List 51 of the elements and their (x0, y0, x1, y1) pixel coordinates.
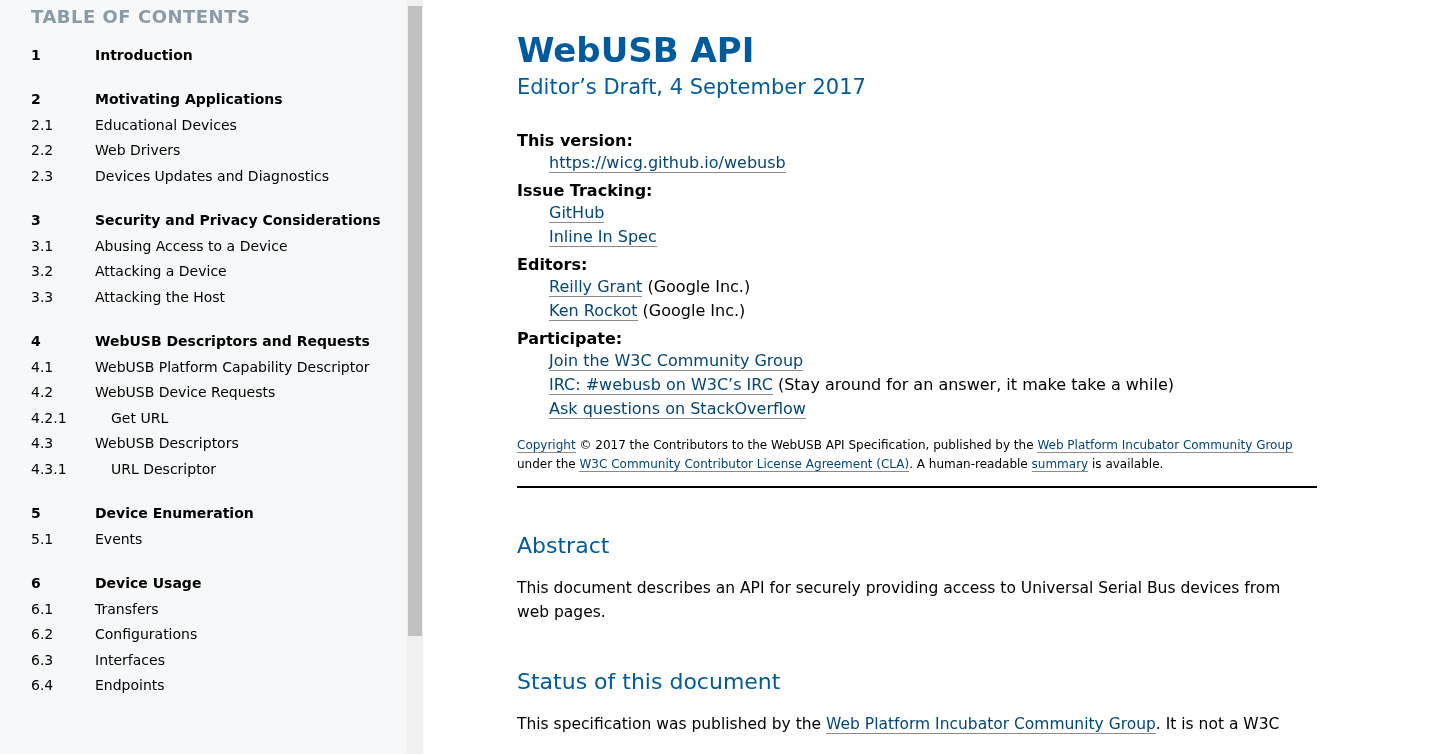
toc-entry[interactable]: 5 Device Enumeration (31, 500, 407, 526)
text-link[interactable]: W3C Community Contributor License Agreement (CLA) (579, 457, 910, 472)
text-link[interactable]: Inline In Spec (549, 227, 657, 247)
toc-entry[interactable]: 3.1 Abusing Access to a Device (31, 233, 407, 259)
metadata-term: Issue Tracking: (517, 180, 654, 202)
toc-entry[interactable]: 4.2.1 Get URL (31, 405, 407, 431)
toc-entry[interactable]: 2.2 Web Drivers (31, 137, 407, 163)
toc-entry[interactable]: 4.1 WebUSB Platform Capability Descriptor (31, 354, 407, 380)
toc-entry[interactable]: 1 Introduction (31, 42, 407, 68)
text-link[interactable]: summary (1031, 457, 1089, 472)
text-link[interactable]: Ask questions on StackOverflow (549, 399, 806, 419)
document-subtitle: Editor’s Draft, 4 September 2017 (517, 74, 867, 101)
toc-entry[interactable]: 4.3.1 URL Descriptor (31, 456, 407, 482)
toc-entry[interactable]: 2.1 Educational Devices (31, 112, 407, 138)
metadata-term: This version: (517, 130, 634, 152)
toc-entry[interactable]: 6.1 Transfers (31, 596, 407, 622)
text-link[interactable]: Reilly Grant (549, 277, 643, 297)
scrollbar-thumb[interactable] (408, 6, 422, 636)
toc-entry[interactable]: 6.2 Configurations (31, 621, 407, 647)
note-text: (Google Inc.) (641, 301, 746, 320)
metadata-term: Editors: (517, 254, 589, 276)
toc-entry[interactable]: 4 WebUSB Descriptors and Requests (31, 328, 407, 354)
text-link[interactable]: Join the W3C Community Group (549, 351, 804, 371)
section-paragraph: This specification was published by the Web Platform Incubator Community Group. It is not a W3C (517, 714, 1281, 736)
text-link[interactable]: Web Platform Incubator Community Group (1037, 438, 1293, 453)
section-heading: Status of this document (517, 668, 782, 696)
toc-entry[interactable]: 2 Motivating Applications (31, 86, 407, 112)
toc-entry[interactable]: 5.1 Events (31, 526, 407, 552)
section-heading: Abstract (517, 532, 611, 560)
text-link[interactable]: Ken Rockot (549, 301, 638, 321)
copyright-notice: Copyright © 2017 the Contributors to the WebUSB API Specification, published by the Web Platform Incubator Community Group under the W3C Community Contributor License Agreement (CLA). A human-readable summary is available. (517, 436, 1317, 488)
text-link[interactable]: Web Platform Incubator Community Group (826, 715, 1156, 734)
toc-entry[interactable]: 3 Security and Privacy Considerations (31, 207, 407, 233)
toc-title: TABLE OF CONTENTS (31, 6, 252, 28)
text-link[interactable]: IRC: #webusb on W3C’s IRC (549, 375, 773, 395)
toc-entry[interactable]: 3.2 Attacking a Device (31, 258, 407, 284)
toc-entry[interactable]: 6.4 Endpoints (31, 672, 407, 698)
text-link[interactable]: GitHub (549, 203, 605, 223)
toc-entry[interactable]: 6.3 Interfaces (31, 647, 407, 673)
note-text: (Stay around for an answer, it make take a while) (776, 375, 1174, 394)
toc-entry[interactable]: 4.2 WebUSB Device Requests (31, 379, 407, 405)
document-title: WebUSB API (517, 29, 756, 72)
toc-entry[interactable]: 6 Device Usage (31, 570, 407, 596)
metadata-term: Participate: (517, 328, 624, 350)
toc-entry[interactable]: 2.3 Devices Updates and Diagnostics (31, 163, 407, 189)
toc-entry[interactable]: 3.3 Attacking the Host (31, 284, 407, 310)
section-paragraph: This document describes an API for securely providing access to Universal Serial Bus devices from web pages. (517, 578, 1282, 623)
note-text: (Google Inc.) (646, 277, 751, 296)
text-link[interactable]: Copyright (517, 438, 576, 453)
text-link[interactable]: https://wicg.github.io/webusb (549, 153, 786, 173)
toc-entry[interactable]: 4.3 WebUSB Descriptors (31, 430, 407, 456)
